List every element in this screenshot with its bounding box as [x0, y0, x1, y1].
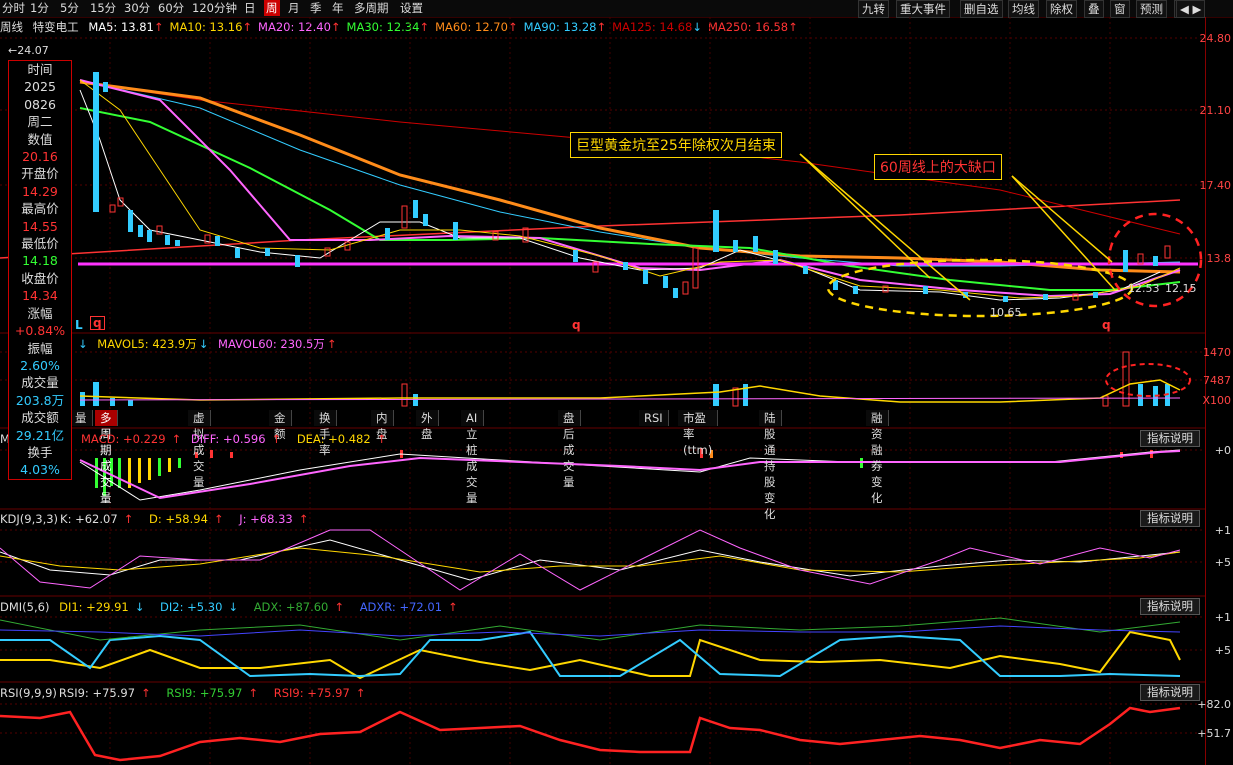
- price-mark-mid: 12.53: [1128, 282, 1160, 295]
- kdj-j-value: J: +68.33 ↑: [239, 512, 309, 526]
- dmi-adx-value: ADX: +87.60 ↑: [253, 600, 345, 614]
- info-value: 14.29: [22, 183, 58, 199]
- kdj-axis-1: +1: [1214, 524, 1231, 537]
- info-label: 振幅: [27, 340, 53, 356]
- info-value: +0.84%: [14, 323, 66, 339]
- dmi-explain-button[interactable]: 指标说明: [1140, 598, 1200, 615]
- marker-q-2: q: [572, 318, 581, 332]
- macd-axis: +0: [1214, 444, 1231, 457]
- info-label: 数值: [27, 131, 53, 147]
- indicator-tab-0[interactable]: 量: [70, 410, 93, 426]
- info-label: 成交额: [21, 410, 59, 426]
- dmi-axis-2: +5: [1214, 644, 1231, 657]
- info-label: 收盘价: [21, 270, 59, 286]
- ma125-line: [79, 81, 1181, 235]
- rsi-explain-button[interactable]: 指标说明: [1140, 684, 1200, 701]
- indicator-tab-2[interactable]: 虚拟成交量: [188, 410, 211, 489]
- indicator-tab-5[interactable]: 内盘: [371, 410, 394, 441]
- chart-canvas: [0, 17, 1205, 765]
- kdj-explain-button[interactable]: 指标说明: [1140, 510, 1200, 527]
- rsi-axis-1: +82.0: [1197, 698, 1231, 711]
- ma5-line: [79, 89, 1161, 301]
- info-label: 最低价: [21, 236, 59, 252]
- indicator-tab-7[interactable]: AI立桩成交量: [461, 410, 484, 505]
- low-price-mark: 10.65: [990, 306, 1022, 319]
- indicator-tab-3[interactable]: 金额: [269, 410, 292, 441]
- volume-axis-2: 7487: [1203, 374, 1231, 387]
- macd-value: MACD: +0.229 ↑: [80, 432, 182, 446]
- marker-q-1: q: [90, 316, 105, 330]
- price-axis-3: 17.40: [1199, 179, 1232, 192]
- info-value: 2025: [24, 79, 56, 95]
- ma250-line: [0, 199, 1181, 259]
- annotation-golden-pit: 巨型黄金坑至25年除权次月结束: [570, 132, 782, 158]
- info-value: 14.34: [22, 288, 58, 304]
- info-value: 2.60%: [20, 357, 60, 373]
- kdj-k-line: [0, 539, 1181, 581]
- kdj-header: KDJ(9,3,3) K: +62.07 ↑ D: +58.94 ↑ J: +68.3…: [0, 512, 320, 526]
- volume-header: ↓ MAVOL5: 423.9万 ↓ MAVOL60: 230.5万 ↑: [78, 337, 337, 351]
- dmi-adxr-value: ADXR: +72.01 ↑: [359, 600, 458, 614]
- diff-value: DIFF: +0.596 ↑: [190, 432, 282, 446]
- rsi-header: RSI(9,9,9) RSI9: +75.97 ↑ RSI9: +75.97 ↑ RS…: [0, 686, 377, 700]
- indicator-tab-6[interactable]: 外盘: [416, 410, 439, 441]
- macd-diff-line: [79, 449, 1181, 501]
- info-value: 203.8万: [15, 392, 65, 408]
- price-axis-4: 13.8: [1206, 252, 1232, 265]
- price-mark-mid2: 12.15: [1165, 282, 1197, 295]
- rsi-value-1: RSI9: +75.97 ↑: [58, 686, 151, 700]
- mavol5-label: MAVOL5: 423.9万: [97, 337, 197, 351]
- rsi-value-2: RSI9: +75.97 ↑: [166, 686, 259, 700]
- macd-explain-button[interactable]: 指标说明: [1140, 430, 1200, 447]
- info-label: 最高价: [21, 201, 59, 217]
- info-label: 成交量: [21, 375, 59, 391]
- info-value: 0826: [24, 96, 56, 112]
- indicator-tab-1[interactable]: 多周期成交量: [95, 410, 118, 505]
- indicator-tab-8[interactable]: 盘后成交量: [558, 410, 581, 489]
- info-value: 周二: [27, 114, 53, 130]
- rsi-axis-2: +51.7: [1197, 727, 1231, 740]
- info-value: 20.16: [22, 149, 58, 165]
- volume-ellipse: [1105, 363, 1191, 397]
- indicator-tab-9[interactable]: RSI: [639, 410, 669, 426]
- info-label: 时间: [27, 62, 53, 77]
- data-info-panel: 时间 2025 0826 周二 数值 20.16 开盘价 14.29 最高价 14.55 最低价 14…: [8, 60, 72, 480]
- marker-l: L: [75, 318, 83, 332]
- info-label: 开盘价: [21, 166, 59, 182]
- ma90-line: [79, 79, 1181, 267]
- dmi-di2-value: DI2: +5.30 ↓: [160, 600, 239, 614]
- info-value: 4.03%: [20, 462, 60, 478]
- indicator-tab-4[interactable]: 换手率: [314, 410, 337, 457]
- info-value: 29.21亿: [15, 427, 65, 443]
- dmi-adxr-line: [0, 625, 1181, 637]
- rsi-value-3: RSI9: +75.97 ↑: [273, 686, 366, 700]
- kdj-axis-2: +5: [1214, 556, 1231, 569]
- info-value: 14.55: [22, 218, 58, 234]
- dea-value: DEA: +0.482 ↑: [296, 432, 387, 446]
- price-axis-1: 24.80: [1199, 32, 1232, 45]
- info-label: 涨幅: [27, 305, 53, 321]
- info-label: 换手: [27, 444, 53, 460]
- macd-histogram: [95, 448, 1153, 496]
- kdj-k-value: K: +62.07 ↑: [60, 512, 134, 526]
- indicator-tab-11[interactable]: 陆股通持股变化: [759, 410, 782, 521]
- info-value: 14.18: [22, 253, 58, 269]
- annotation-gap: 60周线上的大缺口: [874, 154, 1002, 180]
- volume-axis-3: X100: [1202, 394, 1231, 407]
- dmi-di1-value: DI1: +29.91 ↓: [59, 600, 145, 614]
- volume-axis-1: 1470: [1203, 346, 1231, 359]
- indicator-tab-12[interactable]: 融资融券变化: [866, 410, 889, 505]
- kdj-d-value: D: +58.94 ↑: [148, 512, 224, 526]
- dmi-header: DMI(5,6) DI1: +29.91 ↓ DI2: +5.30 ↓ ADX: +…: [0, 600, 470, 614]
- rsi-line: [0, 706, 1181, 762]
- price-axis-2: 21.10: [1199, 104, 1232, 117]
- macd-dea-line: [79, 450, 1181, 500]
- indicator-tab-10[interactable]: 市盈率(ttm): [678, 410, 719, 457]
- dmi-axis-1: +1: [1214, 611, 1231, 624]
- mavol60-label: MAVOL60: 230.5万: [218, 337, 325, 351]
- marker-q-3: q: [1102, 318, 1111, 332]
- high-price-mark: ←24.07: [8, 44, 49, 57]
